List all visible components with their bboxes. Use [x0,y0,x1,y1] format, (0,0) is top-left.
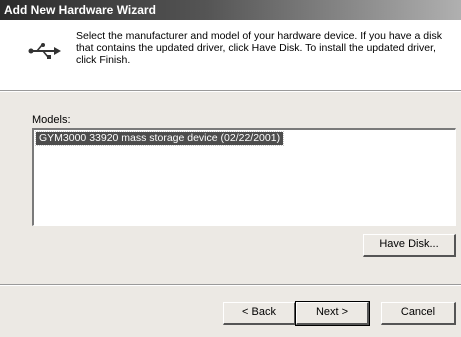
header-divider [0,90,461,92]
usb-icon [28,42,62,63]
models-label: Models: [32,114,71,126]
footer-divider [0,284,461,286]
next-button[interactable]: Next > [295,301,370,326]
back-button[interactable]: < Back [223,302,296,325]
cancel-button[interactable]: Cancel [381,302,456,325]
title-bar[interactable]: Add New Hardware Wizard [0,0,461,20]
add-new-hardware-wizard-window: Add New Hardware Wizard Select the manuf… [0,0,461,337]
wizard-header: Select the manufacturer and model of you… [0,20,461,90]
window-title: Add New Hardware Wizard [4,3,156,17]
models-listbox[interactable]: GYM3000 33920 mass storage device (02/22… [32,128,456,226]
have-disk-button[interactable]: Have Disk... [363,234,456,257]
model-list-item-selected[interactable]: GYM3000 33920 mass storage device (02/22… [34,131,285,146]
instructions-text: Select the manufacturer and model of you… [76,30,442,66]
